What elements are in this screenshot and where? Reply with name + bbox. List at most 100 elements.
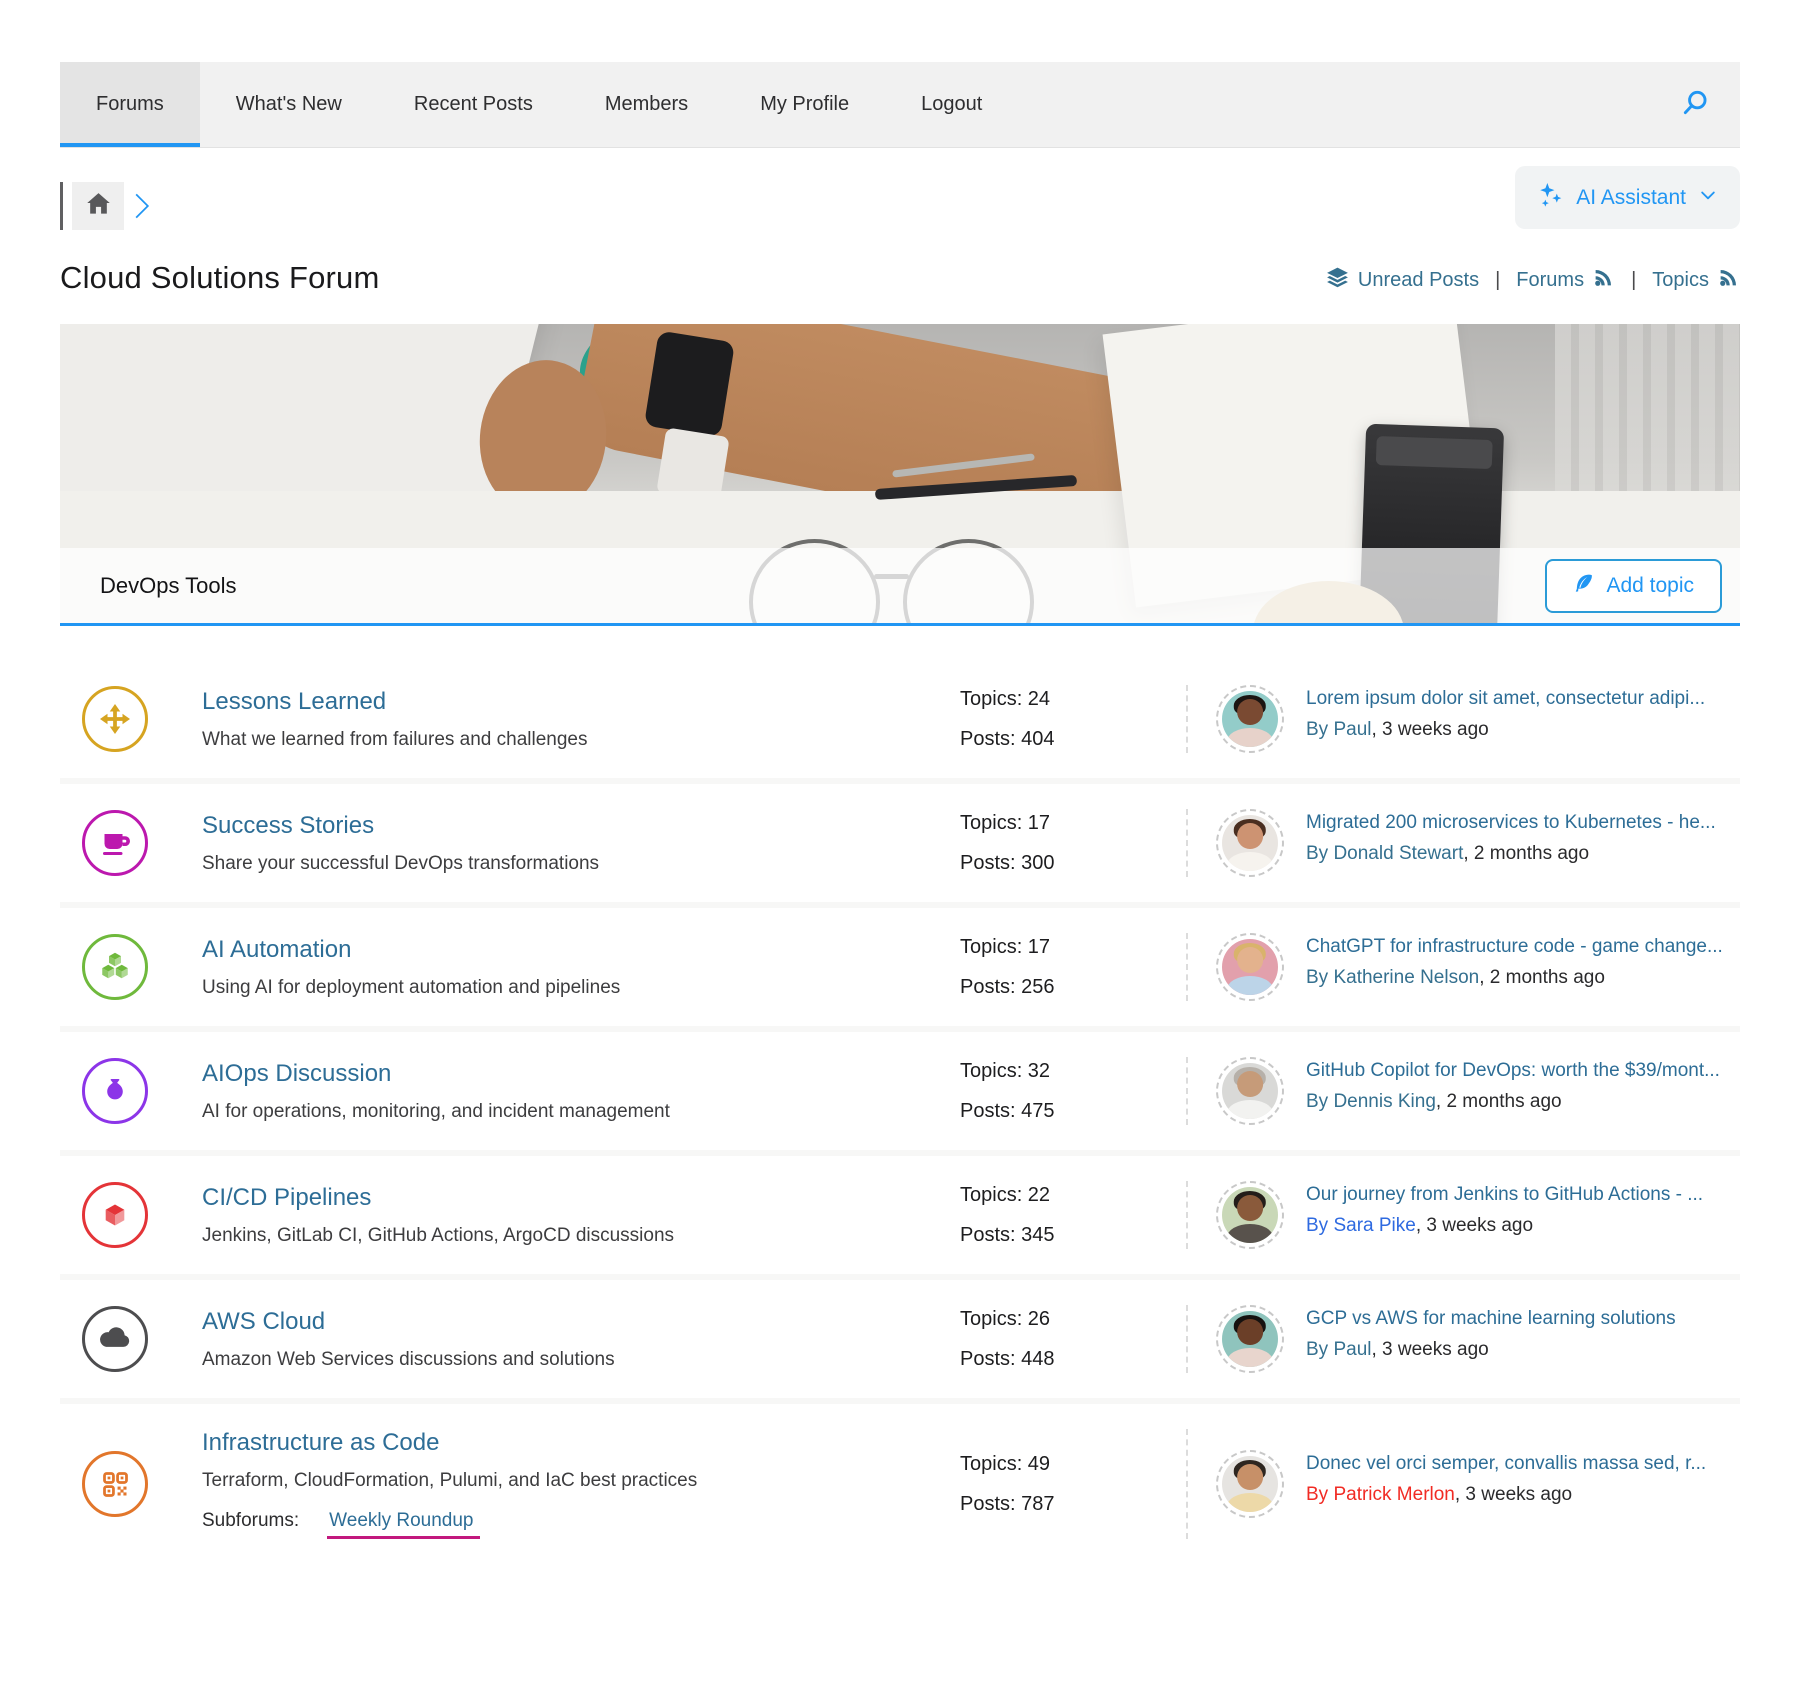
chevron-down-icon [1698, 185, 1718, 211]
forum-link[interactable]: Lessons Learned [202, 688, 386, 716]
hero-window-blinds [1555, 324, 1740, 509]
breadcrumb-home-button[interactable] [72, 182, 124, 230]
latest-post-info: Our journey from Jenkins to GitHub Actio… [1306, 1181, 1703, 1237]
latest-post: Donec vel orci semper, convallis massa s… [1216, 1450, 1740, 1518]
forum-stats: Topics: 22 Posts: 345 [960, 1184, 1186, 1247]
avatar-torso [1227, 1493, 1273, 1512]
forum-stats: Topics: 17 Posts: 256 [960, 936, 1186, 999]
latest-post: ChatGPT for infrastructure code - game c… [1216, 933, 1740, 1001]
forum-description: AI for operations, monitoring, and incid… [202, 1101, 936, 1123]
latest-post-link[interactable]: GCP vs AWS for machine learning solution… [1306, 1305, 1676, 1333]
content-wrapper: Forums What's New Recent Posts Members M… [0, 62, 1800, 1564]
forum-banner: DevOps Tools Add topic [60, 324, 1740, 626]
latest-post-byline: By Donald Stewart, 2 months ago [1306, 843, 1716, 865]
hero-strip: DevOps Tools Add topic [60, 548, 1740, 623]
chevron-right-icon [128, 185, 156, 227]
post-time: , 2 months ago [1436, 1091, 1562, 1112]
forum-link[interactable]: AWS Cloud [202, 1308, 325, 1336]
coffee-mug-icon [82, 810, 148, 876]
stats-divider [1186, 1057, 1188, 1125]
latest-post-link[interactable]: Lorem ipsum dolor sit amet, consectetur … [1306, 685, 1705, 713]
forum-info: CI/CD Pipelines Jenkins, GitLab CI, GitH… [148, 1184, 960, 1247]
author-link[interactable]: By Dennis King [1306, 1091, 1436, 1112]
latest-post-byline: By Katherine Nelson, 2 months ago [1306, 967, 1723, 989]
latest-post: GCP vs AWS for machine learning solution… [1216, 1305, 1740, 1373]
forum-link[interactable]: Infrastructure as Code [202, 1429, 439, 1457]
topics-rss-link[interactable]: Topics [1652, 266, 1740, 295]
avatar[interactable] [1216, 1305, 1284, 1373]
post-time: , 3 weeks ago [1416, 1215, 1533, 1236]
avatar[interactable] [1216, 933, 1284, 1001]
latest-post-link[interactable]: Migrated 200 microservices to Kubernetes… [1306, 809, 1716, 837]
author-link[interactable]: By Katherine Nelson [1306, 967, 1479, 988]
forum-link[interactable]: AI Automation [202, 936, 351, 964]
forum-list: Lessons Learned What we learned from fai… [60, 660, 1740, 1564]
forum-link[interactable]: Success Stories [202, 812, 374, 840]
avatar-torso [1227, 1348, 1273, 1367]
avatar[interactable] [1216, 1181, 1284, 1249]
author-link[interactable]: By Donald Stewart [1306, 843, 1463, 864]
latest-post-link[interactable]: GitHub Copilot for DevOps: worth the $39… [1306, 1057, 1720, 1085]
latest-post-info: Donec vel orci semper, convallis massa s… [1306, 1450, 1706, 1506]
forum-description: Using AI for deployment automation and p… [202, 977, 936, 999]
forum-description: What we learned from failures and challe… [202, 729, 936, 751]
search-button[interactable] [1651, 62, 1740, 147]
forum-stats: Topics: 17 Posts: 300 [960, 812, 1186, 875]
rss-icon [1592, 266, 1615, 295]
forum-row: AI Automation Using AI for deployment au… [60, 908, 1740, 1032]
forums-rss-link[interactable]: Forums [1516, 266, 1615, 295]
latest-post-byline: By Patrick Merlon, 3 weeks ago [1306, 1484, 1706, 1506]
avatar[interactable] [1216, 685, 1284, 753]
forum-info: AIOps Discussion AI for operations, moni… [148, 1060, 960, 1123]
rss-icon [1717, 266, 1740, 295]
forum-page: Forums What's New Recent Posts Members M… [0, 62, 1800, 1624]
latest-post: GitHub Copilot for DevOps: worth the $39… [1216, 1057, 1740, 1125]
feather-icon [1573, 572, 1595, 600]
posts-count: Posts: 475 [960, 1100, 1186, 1123]
avatar[interactable] [1216, 809, 1284, 877]
tab-forums[interactable]: Forums [60, 62, 200, 147]
author-link[interactable]: By Sara Pike [1306, 1215, 1416, 1236]
avatar[interactable] [1216, 1450, 1284, 1518]
hero-smartwatch [644, 330, 735, 437]
tab-whats-new[interactable]: What's New [200, 62, 378, 147]
meta-links: Unread Posts | Forums | Topics [1325, 265, 1740, 296]
latest-post-link[interactable]: Our journey from Jenkins to GitHub Actio… [1306, 1181, 1703, 1209]
posts-count: Posts: 787 [960, 1493, 1186, 1516]
unread-posts-link[interactable]: Unread Posts [1325, 265, 1479, 296]
posts-count: Posts: 256 [960, 976, 1186, 999]
forum-link[interactable]: CI/CD Pipelines [202, 1184, 371, 1212]
avatar-image [1222, 1063, 1278, 1119]
forum-info: Success Stories Share your successful De… [148, 812, 960, 875]
meta-separator: | [1625, 269, 1642, 292]
latest-post-link[interactable]: Donec vel orci semper, convallis massa s… [1306, 1450, 1706, 1478]
avatar[interactable] [1216, 1057, 1284, 1125]
latest-post-link[interactable]: ChatGPT for infrastructure code - game c… [1306, 933, 1723, 961]
avatar-image [1222, 691, 1278, 747]
author-link[interactable]: By Paul [1306, 1339, 1371, 1360]
page-title: Cloud Solutions Forum [60, 260, 380, 296]
tab-recent-posts[interactable]: Recent Posts [378, 62, 569, 147]
tab-members[interactable]: Members [569, 62, 724, 147]
ai-assistant-button[interactable]: AI Assistant [1515, 166, 1740, 229]
add-topic-button[interactable]: Add topic [1545, 559, 1722, 613]
stats-divider [1186, 1429, 1188, 1539]
cube-icon [82, 1182, 148, 1248]
avatar-image [1222, 1456, 1278, 1512]
latest-post-info: GitHub Copilot for DevOps: worth the $39… [1306, 1057, 1720, 1113]
qr-code-icon [82, 1451, 148, 1517]
latest-post-byline: By Paul, 3 weeks ago [1306, 719, 1705, 741]
tab-my-profile[interactable]: My Profile [724, 62, 885, 147]
avatar-head [1237, 1464, 1263, 1490]
author-link[interactable]: By Paul [1306, 719, 1371, 740]
forum-row: AWS Cloud Amazon Web Services discussion… [60, 1280, 1740, 1404]
home-icon [85, 190, 112, 222]
stats-divider [1186, 1181, 1188, 1249]
avatar-image [1222, 815, 1278, 871]
stats-divider [1186, 685, 1188, 753]
subforum-link[interactable]: Weekly Roundup [327, 1510, 479, 1539]
forums-rss-label: Forums [1516, 269, 1584, 292]
tab-logout[interactable]: Logout [885, 62, 1018, 147]
forum-link[interactable]: AIOps Discussion [202, 1060, 391, 1088]
author-link[interactable]: By Patrick Merlon [1306, 1484, 1455, 1505]
